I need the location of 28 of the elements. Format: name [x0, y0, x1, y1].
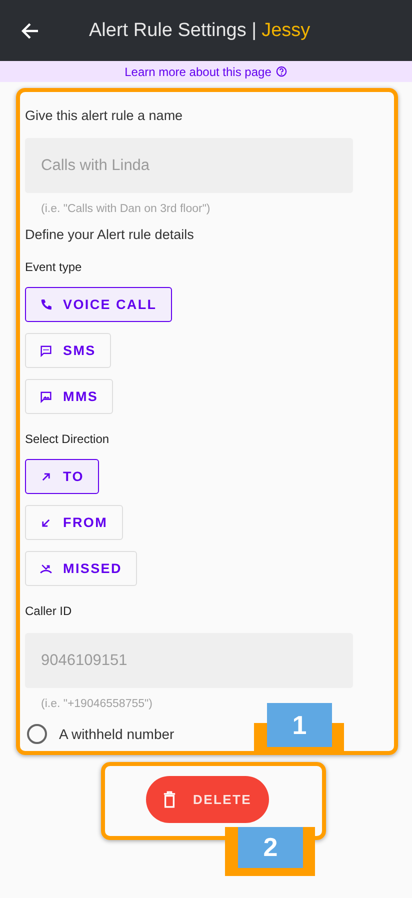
radio-button[interactable] [27, 724, 47, 744]
learn-more-link[interactable]: Learn more about this page [124, 64, 288, 78]
image-icon [39, 390, 53, 404]
contact-name: Jessy [262, 20, 310, 42]
back-icon[interactable] [20, 20, 40, 40]
field-label: Select Direction [25, 432, 110, 446]
number-label: 1 [267, 703, 332, 747]
trash-icon [163, 791, 176, 808]
helper-text: (i.e. "+19046558755") [41, 698, 152, 710]
option-button[interactable]: FROM [25, 505, 123, 540]
page-title: Alert Rule Settings | [89, 20, 257, 42]
option-button[interactable]: MISSED [25, 551, 137, 586]
option-button[interactable]: TO [25, 459, 99, 494]
radio-label: A withheld number [59, 726, 174, 742]
field-label: Event type [25, 260, 82, 274]
input-field[interactable]: 9046109151 [25, 633, 353, 688]
option-button[interactable]: SMS [25, 333, 111, 368]
option-button[interactable]: VOICE CALL [25, 287, 172, 322]
option-button[interactable]: MMS [25, 379, 114, 414]
field-label: Caller ID [25, 604, 72, 618]
helper-text: (i.e. "Calls with Dan on 3rd floor") [41, 203, 210, 215]
phone-icon [39, 298, 53, 312]
chat-icon [39, 344, 53, 358]
field-label: Define your Alert rule details [25, 227, 194, 242]
help-icon [276, 66, 288, 77]
number-label: 2 [238, 827, 303, 868]
field-label: Give this alert rule a name [25, 108, 183, 123]
input-field[interactable]: Calls with Linda [25, 138, 353, 193]
